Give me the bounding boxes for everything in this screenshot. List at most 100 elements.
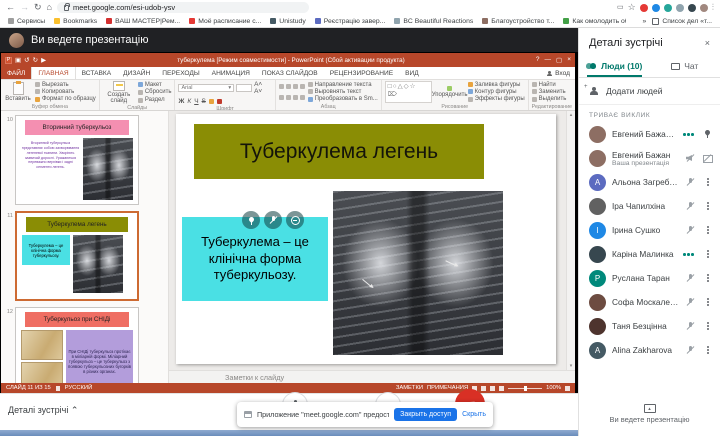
font-name-select[interactable]: Arial▾	[178, 84, 234, 92]
ribbon-tab[interactable]: ПЕРЕХОДЫ	[156, 67, 205, 79]
underline-button[interactable]: Ч	[194, 98, 198, 105]
extension-icon[interactable]	[676, 4, 684, 12]
section-button[interactable]: Раздел	[138, 97, 172, 103]
copy-button[interactable]: Копировать	[35, 89, 96, 95]
participant-action-icon[interactable]	[703, 225, 712, 235]
ribbon-tab[interactable]: ВИД	[399, 67, 425, 79]
close-button[interactable]: ×	[567, 56, 571, 64]
overlay-pin-button[interactable]	[242, 211, 260, 229]
spellcheck-icon[interactable]	[56, 386, 60, 391]
layout-button[interactable]: Макет	[138, 82, 172, 88]
slide-thumbnail-11-selected[interactable]: Туберкулема легень Туберкулема – це клін…	[15, 211, 139, 301]
arrange-button[interactable]: Упорядочить	[435, 81, 465, 103]
grow-shrink-font[interactable]: A˄ A˅	[254, 81, 272, 95]
ribbon-tab[interactable]: ВСТАВКА	[76, 67, 118, 79]
participant-row[interactable]: Евгений Бажан (Ви)	[579, 122, 720, 146]
slide-title-box[interactable]: Туберкулема легень	[194, 124, 484, 179]
ppt-title-bar[interactable]: P ▣ ↺ ↻ ▶ туберкулема [Режим совместимос…	[1, 53, 575, 67]
back-icon[interactable]: ←	[6, 3, 15, 12]
select-button[interactable]: Выделить	[532, 96, 567, 102]
address-bar[interactable]: meet.google.com/esi-udob-ysv	[57, 2, 309, 13]
vertical-scrollbar[interactable]: ▴▾	[566, 111, 575, 370]
forward-icon[interactable]: →	[20, 3, 29, 12]
bookmark-item[interactable]: BC Beautiful Reactions	[394, 18, 473, 25]
shape-outline-button[interactable]: Контур фигуры	[468, 89, 525, 95]
participant-action-icon[interactable]	[703, 345, 712, 355]
align-right-icon[interactable]	[293, 95, 298, 100]
overlay-mute-button[interactable]	[264, 211, 282, 229]
reset-button[interactable]: Сбросить	[138, 89, 172, 95]
refresh-icon[interactable]: ↻	[34, 3, 42, 12]
extension-icon[interactable]	[652, 4, 660, 12]
bookmark-item[interactable]: Сервисы	[8, 18, 45, 25]
bookmark-item[interactable]: Реєстрацію завер...	[315, 18, 386, 25]
indent-icon[interactable]	[293, 84, 298, 89]
help-button[interactable]: ?	[536, 56, 540, 64]
line-spacing-icon[interactable]	[300, 84, 305, 89]
hide-notification-button[interactable]: Скрыть	[462, 411, 486, 418]
language-indicator[interactable]: РУССКИЙ	[65, 385, 93, 391]
participant-row[interactable]: Софа Москаленко	[579, 290, 720, 314]
ribbon-tab[interactable]: ФАЙЛ	[1, 67, 31, 79]
replace-button[interactable]: Заменить	[532, 89, 567, 95]
align-center-icon[interactable]	[286, 95, 291, 100]
participant-row[interactable]: Р Руслана Таран	[579, 266, 720, 290]
participant-action-icon[interactable]	[703, 177, 712, 187]
shapes-gallery[interactable]: □○△◇☆ ⌦	[385, 81, 432, 103]
slide-thumbnail-12[interactable]: Туберкульоз при СНІДі При СНІДі туберкул…	[15, 307, 139, 383]
notes-toggle[interactable]: ЗАМЕТКИ	[396, 385, 423, 391]
current-slide[interactable]: Туберкулема легень Туберкулема – це клін…	[176, 114, 556, 364]
participant-action-icon[interactable]	[703, 321, 712, 331]
bookmark-item[interactable]: ВАШ МАСТЕР|Рем...	[106, 18, 180, 25]
participant-action-icon[interactable]	[703, 273, 712, 283]
zoom-slider[interactable]	[508, 388, 542, 389]
bookmark-item[interactable]: Unistudy	[270, 18, 305, 25]
slideshow-icon[interactable]: ▶	[41, 56, 46, 64]
paste-button[interactable]: Вставить	[4, 81, 32, 103]
undo-icon[interactable]: ↺	[24, 56, 29, 64]
tab-chat[interactable]: Чат	[650, 56, 720, 77]
font-color-icon[interactable]	[217, 99, 222, 104]
extension-icon[interactable]	[664, 4, 672, 12]
reading-list-item[interactable]: Список дел «т...	[652, 18, 712, 25]
cut-button[interactable]: Вырезать	[35, 82, 96, 88]
bullets-icon[interactable]	[279, 84, 284, 89]
align-text-button[interactable]: Выровнять текст	[308, 89, 378, 95]
meeting-details-toggle[interactable]: Деталі зустрічі ⌃	[8, 405, 78, 416]
participant-row[interactable]: Таня Безцінна	[579, 314, 720, 338]
convert-smartart-button[interactable]: Преобразовать в Sm...	[308, 96, 378, 102]
restore-button[interactable]: ▢	[556, 56, 562, 64]
overlay-zoom-out-button[interactable]	[286, 211, 304, 229]
numbering-icon[interactable]	[286, 84, 291, 89]
bold-button[interactable]: Ж	[178, 98, 184, 105]
bookmark-star-icon[interactable]: ☆	[628, 3, 636, 12]
extension-icon[interactable]	[700, 4, 708, 12]
slide-text-box[interactable]: Туберкулема – це клінічна форма туберкул…	[182, 217, 328, 301]
shape-fill-button[interactable]: Заливка фигуры	[468, 82, 525, 88]
bookmark-item[interactable]: Моё расписание с...	[189, 18, 261, 25]
stop-sharing-button[interactable]: Закрыть доступ	[394, 408, 457, 421]
zoom-level[interactable]: 100%	[546, 385, 561, 391]
browser-menu-icon[interactable]: ⫶	[712, 3, 714, 12]
participant-row[interactable]: Каріна Малинка	[579, 242, 720, 266]
strikethrough-button[interactable]: S	[202, 98, 206, 105]
shape-effects-button[interactable]: Эффекты фигуры	[468, 96, 525, 102]
tab-people[interactable]: Люди (10)	[579, 56, 650, 77]
font-size-select[interactable]	[236, 84, 252, 92]
add-people-button[interactable]: + Додати людей	[579, 78, 720, 105]
ribbon-tab[interactable]: АНИМАЦИЯ	[206, 67, 256, 79]
highlight-color-icon[interactable]	[209, 99, 214, 104]
participant-row[interactable]: Евгений Бажан Ваша презентація	[579, 146, 720, 170]
slide-sorter-icon[interactable]	[481, 386, 486, 391]
find-button[interactable]: Найти	[532, 82, 567, 88]
participant-action-icon[interactable]	[703, 129, 712, 139]
participant-action-icon[interactable]	[703, 153, 712, 163]
fit-to-window-icon[interactable]	[565, 386, 570, 391]
participant-row[interactable]: Іра Чапилхіна	[579, 194, 720, 218]
redo-icon[interactable]: ↻	[33, 56, 38, 64]
text-direction-button[interactable]: Направление текста	[308, 82, 378, 88]
save-icon[interactable]: ▣	[15, 56, 21, 64]
slideshow-view-icon[interactable]	[499, 386, 504, 391]
bookmark-item[interactable]: Благоустройство т...	[482, 18, 554, 25]
participant-row[interactable]: A Alina Zakharova	[579, 338, 720, 362]
